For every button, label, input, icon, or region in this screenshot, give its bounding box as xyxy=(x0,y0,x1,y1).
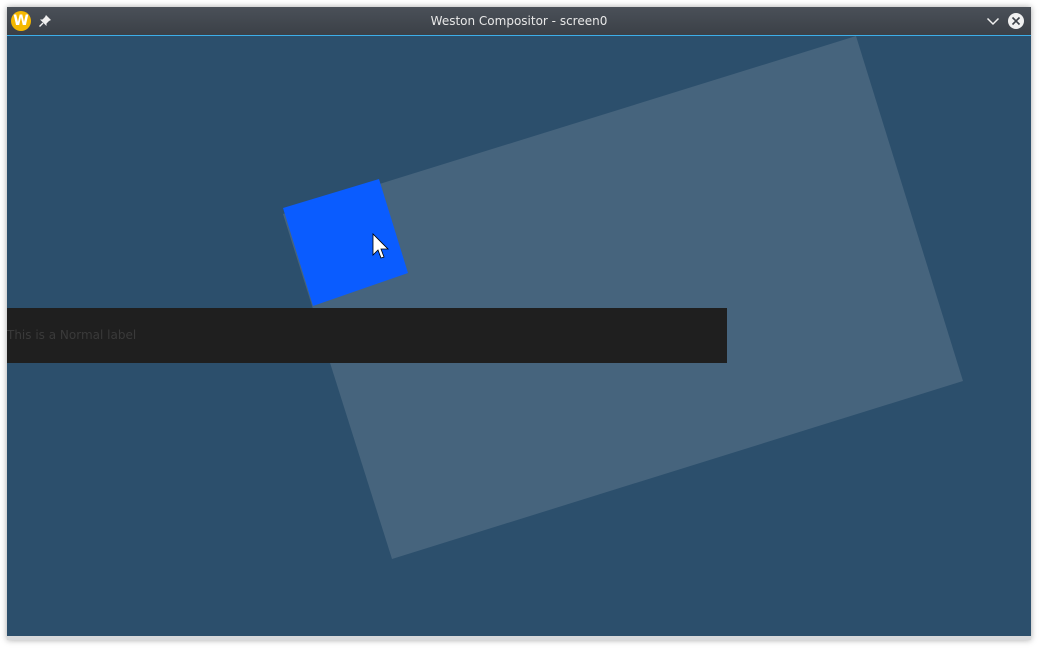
window-title: Weston Compositor - screen0 xyxy=(430,14,608,28)
weston-window: W Weston Compositor - screen0 This is a … xyxy=(7,7,1031,640)
pin-icon[interactable] xyxy=(37,13,53,29)
normal-label: This is a Normal label xyxy=(7,328,137,342)
compositor-canvas[interactable]: This is a Normal label xyxy=(7,36,1031,636)
title-bar[interactable]: W Weston Compositor - screen0 xyxy=(7,7,1031,36)
chevron-down-icon[interactable] xyxy=(984,12,1002,30)
window-bottom-border xyxy=(7,636,1031,640)
label-widget: This is a Normal label xyxy=(7,308,727,363)
close-icon[interactable] xyxy=(1007,12,1025,30)
large-rotated-rectangle xyxy=(283,36,963,559)
weston-icon[interactable]: W xyxy=(11,11,31,31)
